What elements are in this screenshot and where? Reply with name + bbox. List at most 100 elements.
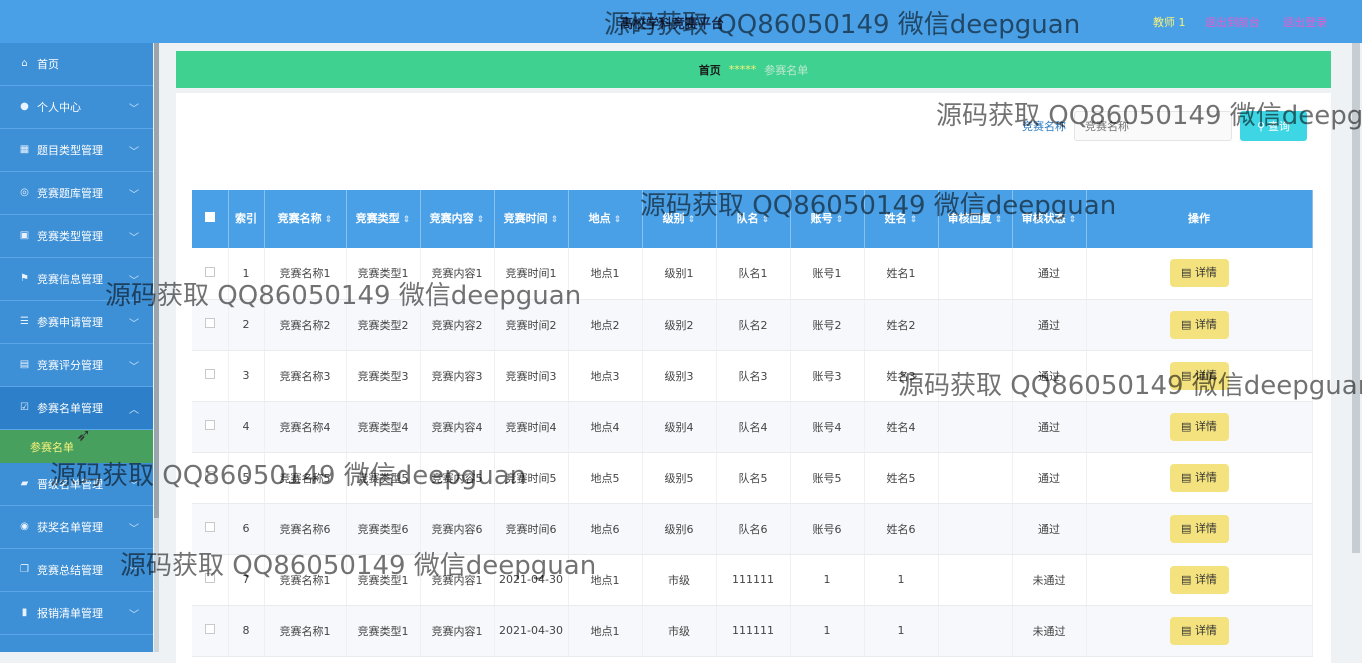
sidebar-item[interactable]: ⌂ 首页 [0, 43, 153, 86]
detail-button-label: 详情 [1194, 470, 1217, 484]
sort-icon[interactable]: ⇕ [611, 215, 622, 225]
watermark: 源码获取 QQ86050149 微信deepguan [604, 10, 1081, 40]
column-header[interactable]: 地点 ⇕ [568, 190, 643, 248]
table-cell: 地点4 [568, 401, 643, 453]
sidebar-item-label: 参赛名单管理 [37, 402, 103, 415]
table-cell: 账号2 [790, 299, 865, 351]
table-cell: 队名4 [716, 401, 791, 453]
column-header[interactable]: 竞赛时间 ⇕ [494, 190, 569, 248]
table-cell: 级别5 [642, 452, 717, 504]
column-header-label: 竞赛内容 [429, 211, 474, 225]
exit-to-front-link[interactable]: 退出到前台 [1205, 14, 1260, 30]
chevron-down-icon: ﹀ [129, 610, 139, 621]
action-cell: ▤ 详情 [1086, 554, 1313, 606]
detail-button-label: 详情 [1194, 419, 1217, 433]
column-header[interactable]: 竞赛名称 ⇕ [264, 190, 347, 248]
table-cell: 队名3 [716, 350, 791, 402]
row-select-cell[interactable] [192, 350, 229, 402]
table-cell [938, 452, 1013, 504]
sidebar-item[interactable]: ☑ 参赛名单管理 ︿ [0, 387, 153, 430]
action-cell: ▤ 详情 [1086, 248, 1313, 300]
table-row: 4 竞赛名称4 竞赛类型4 竞赛内容4 竞赛时间4 地点4 级别4 队名4 账号4 姓名4 通过 ▤ … [192, 401, 1313, 453]
sidebar-item[interactable]: ◎ 竞赛题库管理 ﹀ [0, 172, 153, 215]
detail-button[interactable]: ▤ 详情 [1169, 310, 1229, 339]
breadcrumb-current: 参赛名单 [764, 63, 809, 77]
chevron-down-icon: ﹀ [129, 233, 139, 244]
column-header[interactable]: 竞赛类型 ⇕ [346, 190, 421, 248]
detail-button[interactable]: ▤ 详情 [1169, 463, 1229, 492]
chevron-up-icon: ︿ [129, 405, 139, 416]
table-cell: 队名1 [716, 248, 791, 300]
document-icon: ▤ [1181, 623, 1195, 637]
table-cell: 账号6 [790, 503, 865, 555]
row-checkbox[interactable] [204, 624, 215, 634]
detail-button[interactable]: ▤ 详情 [1169, 514, 1229, 543]
chevron-down-icon: ﹀ [129, 319, 139, 330]
row-select-cell[interactable] [192, 605, 229, 657]
table-cell [938, 401, 1013, 453]
sort-icon[interactable]: ⇕ [322, 215, 333, 225]
logout-link[interactable]: 退出登录 [1283, 14, 1327, 30]
table-cell: 账号4 [790, 401, 865, 453]
watermark: 源码获取 QQ86050149 微信deepguan [936, 101, 1362, 131]
table-cell: 姓名4 [864, 401, 939, 453]
chevron-down-icon: ﹀ [129, 147, 139, 158]
action-cell: ▤ 详情 [1086, 503, 1313, 555]
table-cell: 级别3 [642, 350, 717, 402]
flag-icon: ⚑ [20, 272, 29, 284]
row-checkbox[interactable] [204, 522, 215, 532]
sidebar-item[interactable]: ▦ 题目类型管理 ﹀ [0, 129, 153, 172]
document-icon: ▤ [1181, 419, 1195, 433]
detail-button[interactable]: ▤ 详情 [1169, 616, 1229, 645]
column-header-label: 地点 [588, 211, 611, 225]
sidebar-item-label: 参赛申请管理 [37, 316, 103, 329]
table-cell: 1 [790, 554, 865, 606]
detail-button[interactable]: ▤ 详情 [1169, 412, 1229, 441]
header-select-all[interactable] [192, 190, 229, 248]
row-checkbox[interactable] [204, 369, 215, 379]
check-square-icon: ☑ [20, 401, 29, 413]
column-header[interactable]: 索引 [228, 190, 265, 248]
watermark: 源码获取 QQ86050149 微信deepguan [640, 191, 1117, 221]
table-cell: 地点5 [568, 452, 643, 504]
row-select-cell[interactable] [192, 401, 229, 453]
sidebar-item[interactable]: ▤ 竞赛评分管理 ﹀ [0, 344, 153, 387]
table-cell: 级别2 [642, 299, 717, 351]
sort-icon[interactable]: ⇕ [474, 215, 485, 225]
table-cell: 竞赛内容3 [420, 350, 495, 402]
sidebar-item-label: 题目类型管理 [37, 144, 103, 157]
table-cell: 通过 [1012, 401, 1087, 453]
sidebar-item-label: 首页 [37, 58, 59, 71]
car-icon: ▰ [20, 477, 29, 489]
table-cell: 通过 [1012, 452, 1087, 504]
page-scrollbar[interactable] [1350, 43, 1362, 652]
table-cell: 未通过 [1012, 554, 1087, 606]
table-cell: 3 [228, 350, 265, 402]
briefcase-icon: ▣ [19, 229, 30, 241]
sort-icon[interactable]: ⇕ [400, 215, 411, 225]
table-cell: 姓名6 [864, 503, 939, 555]
table-cell: 市级 [642, 554, 717, 606]
select-all-checkbox[interactable] [204, 212, 215, 222]
detail-button-label: 详情 [1194, 317, 1217, 331]
detail-button[interactable]: ▤ 详情 [1169, 565, 1229, 594]
detail-button[interactable]: ▤ 详情 [1169, 259, 1229, 288]
column-header[interactable]: 竞赛内容 ⇕ [420, 190, 495, 248]
breadcrumb-home[interactable]: 首页 [699, 62, 721, 78]
sidebar-item[interactable]: ◉ 获奖名单管理 ﹀ [0, 506, 153, 549]
action-cell: ▤ 详情 [1086, 299, 1313, 351]
table-cell: 地点1 [568, 605, 643, 657]
table-cell: 级别6 [642, 503, 717, 555]
sidebar-item[interactable]: ▣ 竞赛类型管理 ﹀ [0, 215, 153, 258]
row-checkbox[interactable] [204, 420, 215, 430]
table-cell: 通过 [1012, 248, 1087, 300]
sidebar-item[interactable]: ▮ 报销清单管理 ﹀ [0, 592, 153, 635]
list-icon: ☰ [20, 315, 29, 327]
data-table: 索引 竞赛名称 ⇕ 竞赛类型 ⇕ 竞赛内容 ⇕ 竞赛时间 ⇕ 地点 ⇕ 级别 ⇕ 队名 ⇕ 账号… [192, 190, 1313, 657]
action-cell: ▤ 详情 [1086, 605, 1313, 657]
table-cell: 2021-04-30 [494, 605, 569, 657]
table-cell: 4 [228, 401, 265, 453]
row-checkbox[interactable] [204, 318, 215, 328]
sort-icon[interactable]: ⇕ [548, 215, 559, 225]
sidebar-item[interactable]: ● 个人中心 ﹀ [0, 86, 153, 129]
